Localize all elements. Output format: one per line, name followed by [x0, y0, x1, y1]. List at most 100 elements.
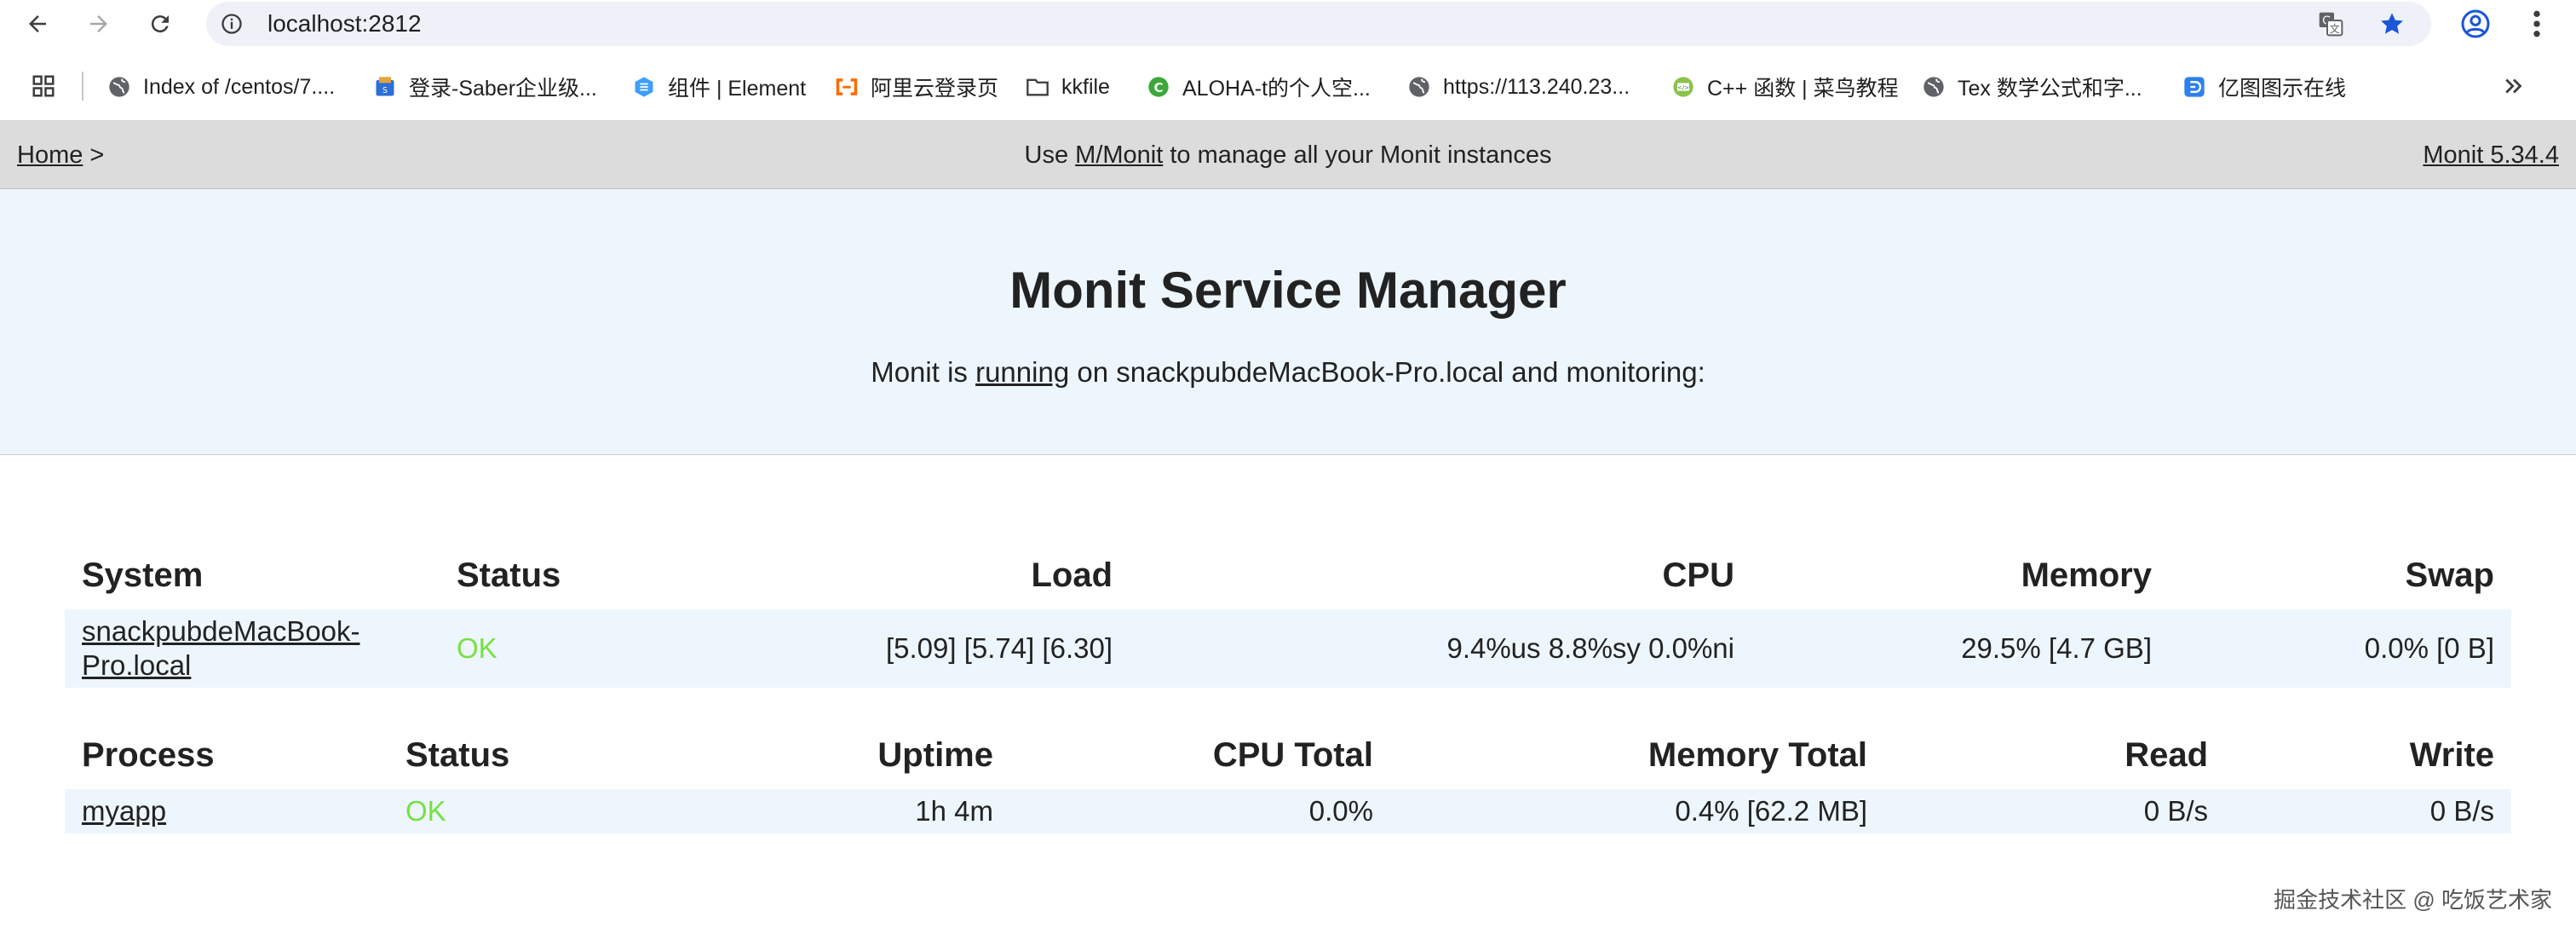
col-header-status: Status	[405, 735, 510, 774]
write-value: 0 B/s	[2225, 789, 2511, 833]
bookmarks-bar: Index of /centos/7.... S 登录-Saber企业级... …	[0, 53, 2576, 121]
bookmark-aliyun[interactable]: 阿里云登录页	[835, 70, 998, 104]
menu-kebab-icon[interactable]	[2527, 7, 2547, 41]
svg-text:文: 文	[2330, 22, 2340, 35]
mmonit-link[interactable]: M/Monit	[1075, 141, 1163, 169]
mmonit-message-prefix: Use	[1024, 141, 1076, 169]
profile-icon[interactable]	[2460, 9, 2491, 39]
bookmark-label: 组件 | Element	[668, 77, 807, 101]
process-name-cell: myapp	[65, 789, 388, 833]
col-header-uptime: Uptime	[877, 735, 993, 774]
col-header-swap: Swap	[2405, 556, 2494, 594]
system-link[interactable]: snackpubdeMacBook- Pro.local	[82, 615, 360, 681]
read-value: 0 B/s	[1884, 789, 2225, 833]
status-prefix: Monit is	[871, 356, 976, 388]
table-row: myapp OK 1h 4m 0.0% 0.4% [62.2 MB] 0 B/s…	[65, 789, 2511, 833]
site-info-icon[interactable]	[220, 12, 244, 36]
version-container: Monit 5.34.4	[2423, 141, 2559, 170]
reload-icon	[151, 15, 169, 33]
cpu-value: 9.4%us 8.8%sy 0.0%ni	[1130, 609, 1751, 688]
cpu-total-value: 0.0%	[1010, 789, 1390, 833]
memory-value: 29.5% [4.7 GB]	[1751, 609, 2169, 688]
system-name-line1[interactable]: snackpubdeMacBook-	[82, 615, 360, 647]
svg-text:S: S	[382, 86, 388, 95]
element-icon	[632, 75, 656, 99]
reload-button[interactable]	[143, 7, 177, 41]
translate-icon[interactable]: G文	[2317, 10, 2344, 37]
col-header-cpu: CPU	[1662, 556, 1734, 594]
process-table: Process Status Uptime CPU Total Memory T…	[65, 721, 2511, 833]
hero-banner: Monit Service Manager Monit is running o…	[0, 189, 2576, 455]
double-chevron-right-icon[interactable]	[2501, 73, 2527, 99]
saber-icon: S	[373, 75, 397, 99]
apps-grid-icon[interactable]	[31, 73, 56, 99]
bookmark-label: kkfile	[1061, 74, 1110, 99]
system-name-line2[interactable]: Pro.local	[82, 649, 191, 681]
running-link[interactable]: running	[975, 356, 1069, 388]
mmonit-message: Use M/Monit to manage all your Monit ins…	[0, 141, 2576, 170]
load-value: [5.09] [5.74] [6.30]	[687, 609, 1130, 688]
bookmark-star-icon[interactable]	[2378, 10, 2406, 37]
bookmark-tex[interactable]: Tex 数学公式和字...	[1922, 70, 2142, 104]
bookmark-element[interactable]: 组件 | Element	[632, 70, 806, 104]
browser-toolbar: localhost:2812 G文	[0, 0, 2576, 48]
globe-icon	[1407, 75, 1431, 99]
uptime-value: 1h 4m	[670, 789, 1010, 833]
bookmark-label: 亿图图示在线	[2218, 77, 2347, 101]
col-header-memory: Memory	[2021, 556, 2152, 594]
bookmark-saber-login[interactable]: S 登录-Saber企业级...	[373, 70, 597, 104]
memory-total-value: 0.4% [62.2 MB]	[1390, 789, 1884, 833]
edraw-icon	[2182, 75, 2206, 99]
csdn-icon: C	[1147, 75, 1170, 99]
monit-header: Home > Use M/Monit to manage all your Mo…	[0, 121, 2576, 189]
forward-button[interactable]	[82, 7, 116, 41]
process-table-header: Process Status Uptime CPU Total Memory T…	[65, 721, 2511, 789]
folder-icon	[1026, 75, 1049, 99]
bookmarks-divider	[82, 72, 83, 101]
bookmark-edraw[interactable]: 亿图图示在线	[2182, 70, 2346, 104]
aliyun-icon	[835, 75, 859, 99]
status-badge: OK	[388, 789, 670, 833]
bookmark-label: ALOHA-t的个人空...	[1182, 77, 1371, 101]
monit-version-link[interactable]: Monit 5.34.4	[2423, 141, 2559, 169]
globe-icon	[1922, 75, 1946, 99]
bookmark-centos-index[interactable]: Index of /centos/7....	[107, 70, 335, 104]
bookmark-kkfile[interactable]: kkfile	[1026, 70, 1110, 104]
system-name-cell: snackpubdeMacBook- Pro.local	[65, 609, 440, 688]
runoob-icon: </>	[1671, 75, 1695, 99]
svg-text:C: C	[1153, 80, 1163, 95]
mmonit-message-suffix: to manage all your Monit instances	[1163, 141, 1552, 169]
bookmark-label: C++ 函数 | 菜鸟教程	[1707, 77, 1899, 101]
col-header-cpu-total: CPU Total	[1212, 735, 1373, 774]
arrow-left-icon	[29, 15, 46, 32]
back-button[interactable]	[20, 7, 55, 41]
col-header-status: Status	[457, 556, 561, 594]
bookmark-label: 登录-Saber企业级...	[409, 77, 597, 101]
status-suffix: on snackpubdeMacBook-Pro.local and monit…	[1069, 356, 1705, 388]
bookmark-label: Index of /centos/7....	[143, 74, 336, 99]
bookmark-113-240[interactable]: https://113.240.23...	[1407, 70, 1630, 104]
status-badge: OK	[440, 609, 687, 688]
col-header-load: Load	[1031, 556, 1113, 594]
table-row: snackpubdeMacBook- Pro.local OK [5.09] [5…	[65, 609, 2511, 688]
monit-status-line: Monit is running on snackpubdeMacBook-Pr…	[0, 356, 2576, 389]
bookmark-runoob-cpp[interactable]: </> C++ 函数 | 菜鸟教程	[1671, 70, 1899, 104]
watermark: 掘金技术社区 @ 吃饭艺术家	[2274, 887, 2552, 913]
globe-icon	[107, 75, 131, 99]
url-text[interactable]: localhost:2812	[267, 12, 422, 36]
address-bar[interactable]: localhost:2812 G文	[206, 2, 2431, 46]
bookmark-aloha[interactable]: C ALOHA-t的个人空...	[1147, 70, 1371, 104]
system-table-header: System Status Load CPU Memory Swap	[65, 541, 2511, 609]
bookmark-label: 阿里云登录页	[871, 77, 999, 101]
arrow-right-icon	[90, 15, 107, 32]
bookmark-label: Tex 数学公式和字...	[1958, 77, 2142, 101]
col-header-read: Read	[2125, 735, 2208, 774]
bookmark-label: https://113.240.23...	[1443, 74, 1630, 99]
page-title: Monit Service Manager	[1009, 262, 1567, 319]
swap-value: 0.0% [0 B]	[2169, 609, 2511, 688]
col-header-write: Write	[2409, 735, 2494, 774]
col-header-memory-total: Memory Total	[1647, 735, 1867, 774]
col-header-process: Process	[82, 735, 215, 774]
process-link[interactable]: myapp	[82, 795, 166, 827]
col-header-system: System	[82, 556, 204, 594]
